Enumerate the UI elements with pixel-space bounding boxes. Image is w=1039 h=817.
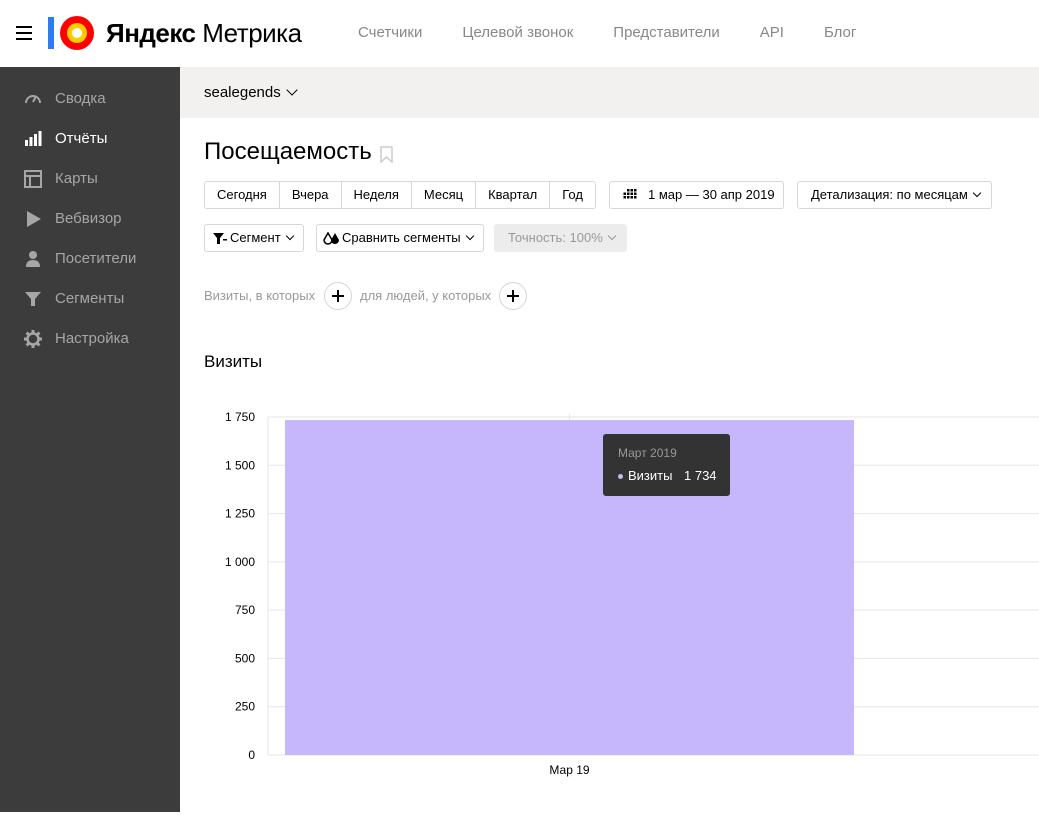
compare-segments-button[interactable]: Сравнить сегменты [316, 224, 484, 252]
period-yesterday-button[interactable]: Вчера [279, 182, 342, 208]
sidebar-item-label: Настройка [55, 330, 129, 347]
user-icon [26, 251, 40, 267]
add-people-condition-button[interactable] [499, 282, 527, 310]
counter-name: sealegends [204, 84, 281, 101]
y-tick-label: 1 000 [225, 555, 255, 569]
nav-blog[interactable]: Блог [824, 24, 856, 41]
sidebar-item-label: Посетители [55, 250, 137, 267]
nav-api[interactable]: API [760, 24, 784, 41]
counter-select[interactable]: sealegends [204, 84, 298, 101]
period-week-button[interactable]: Неделя [341, 182, 412, 208]
y-tick-label: 500 [235, 651, 255, 665]
period-selector: Сегодня Вчера Неделя Месяц Квартал Год [204, 181, 596, 209]
period-year-button[interactable]: Год [550, 182, 595, 208]
brand-product: Метрика [202, 18, 302, 48]
sidebar-item-segments[interactable]: Сегменты [0, 279, 180, 319]
add-visit-condition-button[interactable] [324, 282, 352, 310]
y-tick-label: 1 500 [225, 458, 255, 472]
y-tick-label: 750 [235, 603, 255, 617]
sidebar-item-visitors[interactable]: Посетители [0, 239, 180, 279]
y-tick-label: 250 [235, 700, 255, 714]
filter-icon [213, 233, 227, 244]
people-condition-label: для людей, у которых [360, 288, 492, 303]
date-range-button[interactable]: 1 мар — 30 апр 2019 [609, 181, 784, 209]
layout-map-icon [24, 170, 42, 188]
y-tick-label: 1 750 [225, 410, 255, 424]
brand-name[interactable]: Яндекс Метрика [106, 18, 302, 49]
tooltip-series-name: Визиты [628, 468, 673, 483]
top-nav: Счетчики Целевой звонок Представители AP… [358, 24, 896, 41]
period-quarter-button[interactable]: Квартал [476, 182, 551, 208]
tooltip-value: 1 734 [684, 468, 717, 483]
chart-tooltip: Март 2019 Визиты 1 734 [603, 434, 730, 496]
chevron-down-icon [465, 231, 474, 241]
calendar-icon [623, 189, 637, 199]
x-tick-label: Мар 19 [549, 763, 589, 777]
sidebar-item-webvisor[interactable]: Вебвизор [0, 199, 180, 239]
period-today-button[interactable]: Сегодня [205, 182, 280, 208]
chart-section-title: Визиты [204, 352, 263, 371]
nav-representatives[interactable]: Представители [613, 24, 719, 41]
play-icon [27, 211, 41, 227]
page-title: Посещаемость [204, 138, 372, 165]
sidebar: Сводка Отчёты Карты Вебвизор Посетители [0, 67, 180, 812]
sidebar-item-maps[interactable]: Карты [0, 159, 180, 199]
date-range-label: 1 мар — 30 апр 2019 [648, 187, 775, 202]
sidebar-item-label: Сводка [55, 90, 106, 107]
chevron-down-icon [972, 188, 982, 198]
dashboard-icon [25, 95, 41, 104]
period-month-button[interactable]: Месяц [411, 182, 477, 208]
y-tick-label: 1 250 [225, 507, 255, 521]
gear-icon [24, 330, 42, 348]
filter-icon [25, 292, 41, 306]
bookmark-icon[interactable] [380, 146, 393, 163]
yandex-metrica-logo[interactable] [48, 14, 96, 52]
chevron-down-icon [285, 231, 294, 241]
sidebar-item-label: Отчёты [55, 130, 108, 147]
chevron-down-icon [607, 231, 617, 241]
sidebar-item-summary[interactable]: Сводка [0, 79, 180, 119]
bar-chart-icon [25, 131, 42, 146]
counter-bar: sealegends [180, 67, 1039, 118]
detail-select[interactable]: Детализация: по месяцам [797, 181, 992, 209]
tooltip-series-marker [618, 474, 623, 479]
sidebar-item-label: Сегменты [55, 290, 125, 307]
detail-label: Детализация: по месяцам [811, 187, 968, 202]
tooltip-title: Март 2019 [618, 446, 677, 460]
compare-label: Сравнить сегменты [342, 230, 461, 245]
sidebar-item-reports[interactable]: Отчёты [0, 119, 180, 159]
brand-yandex: Яндекс [106, 18, 196, 48]
menu-icon[interactable] [16, 26, 32, 40]
y-tick-label: 0 [248, 748, 255, 762]
compare-drops-icon [323, 232, 339, 245]
visits-condition-label: Визиты, в которых [204, 288, 316, 303]
bar [285, 420, 854, 755]
sidebar-item-settings[interactable]: Настройка [0, 319, 180, 359]
segment-button[interactable]: Сегмент [204, 224, 304, 252]
top-header: Яндекс Метрика Счетчики Целевой звонок П… [0, 0, 1039, 67]
segment-label: Сегмент [230, 230, 281, 245]
chevron-down-icon [286, 84, 298, 96]
precision-label: Точность: 100% [508, 230, 603, 245]
precision-select[interactable]: Точность: 100% [494, 224, 627, 252]
sidebar-item-label: Вебвизор [55, 210, 122, 227]
sidebar-item-label: Карты [55, 170, 98, 187]
nav-counters[interactable]: Счетчики [358, 24, 422, 41]
nav-call-tracking[interactable]: Целевой звонок [462, 24, 573, 41]
